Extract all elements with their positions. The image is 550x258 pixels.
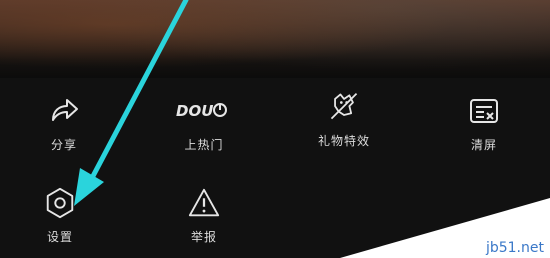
- dou-plus-button[interactable]: DOU 上热门: [144, 94, 264, 153]
- clear-screen-button[interactable]: 清屏: [424, 94, 544, 153]
- dou-plus-icon: DOU: [176, 102, 227, 120]
- report-label: 举报: [190, 230, 217, 244]
- clear-screen-icon: [470, 99, 498, 123]
- share-icon: [52, 99, 78, 121]
- share-label: 分享: [50, 138, 77, 152]
- gift-effects-icon: [330, 92, 358, 120]
- watermark-text: jb51.net: [485, 240, 544, 256]
- settings-hexagon-icon: [46, 187, 74, 219]
- dou-plus-label: 上热门: [184, 138, 224, 152]
- settings-label: 设置: [46, 230, 73, 244]
- report-warning-icon: [188, 188, 220, 217]
- gift-effects-button[interactable]: 礼物特效: [284, 90, 404, 149]
- report-button[interactable]: 举报: [144, 186, 264, 245]
- share-button[interactable]: 分享: [4, 94, 124, 153]
- live-video-backdrop: [0, 0, 550, 80]
- settings-button[interactable]: 设置: [0, 186, 120, 245]
- clear-screen-label: 清屏: [470, 138, 497, 152]
- dou-logo-text: DOU: [176, 102, 213, 120]
- gift-effects-label: 礼物特效: [317, 134, 370, 148]
